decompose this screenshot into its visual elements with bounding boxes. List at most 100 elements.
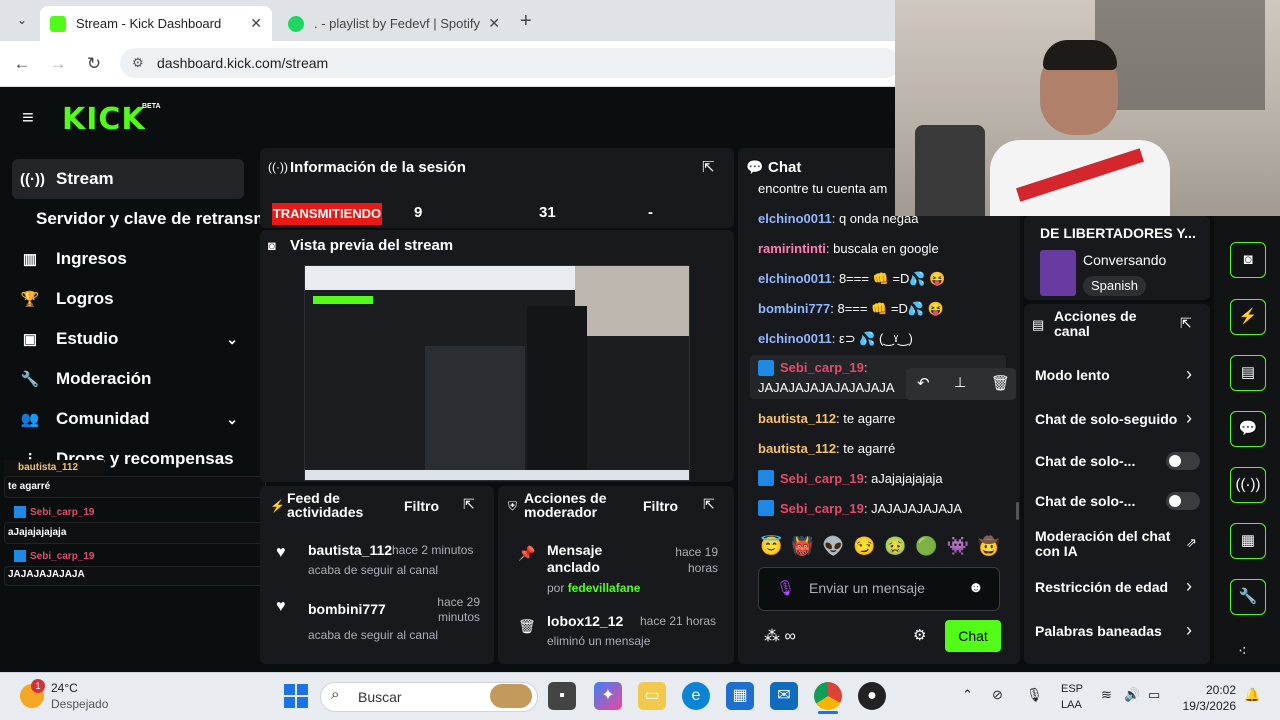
activity-user[interactable]: bautista_112 [308, 542, 392, 558]
chrome-icon[interactable] [814, 682, 842, 710]
emoji-picker-icon[interactable]: ☻ [968, 579, 984, 596]
broadcast-icon[interactable]: ((·)) [1230, 467, 1266, 503]
edge-icon[interactable]: e [682, 682, 710, 710]
sidebar-item-server-key[interactable]: Servidor y clave de retransm [36, 200, 260, 238]
battery-icon[interactable]: ▭ [1148, 687, 1160, 703]
chat-message[interactable]: elchino0011: ε⊃ 💦 (‿ˠ‿) [758, 331, 913, 347]
sidebar-item-moderacion[interactable]: 🔧 Moderación [20, 360, 250, 398]
external-link-icon[interactable]: ⇗ [1186, 535, 1197, 551]
chat-user[interactable]: bautista_112 [758, 441, 836, 456]
chat-user[interactable]: bombini777 [758, 301, 830, 316]
sidebar-item-stream[interactable]: ((·)) Stream [20, 160, 250, 198]
site-info-icon[interactable]: ⚙ [132, 48, 144, 78]
microphone-icon[interactable]: 🎙 [776, 579, 795, 597]
slow-mode-label[interactable]: Modo lento [1035, 367, 1205, 383]
chevron-right-icon[interactable]: › [1186, 576, 1192, 597]
expand-panel-icon[interactable]: ⇱ [703, 496, 715, 513]
chat-message[interactable]: encontre tu cuenta am [758, 181, 887, 196]
outlook-icon[interactable]: ✉ [770, 682, 798, 710]
emote-icon[interactable]: 🤢 [884, 536, 906, 562]
stream-preview-video[interactable] [304, 265, 690, 481]
chat-user[interactable]: Sebi_carp_19 [780, 501, 864, 516]
age-restriction-label[interactable]: Restricción de edad [1035, 579, 1205, 595]
app-icon[interactable]: ● [858, 682, 886, 710]
kick-points-icon[interactable]: ⁂ ∞ [764, 626, 796, 646]
chevron-right-icon[interactable]: › [1186, 364, 1192, 385]
forward-icon[interactable]: → [45, 51, 71, 77]
settings-gear-icon[interactable]: ⚙ [913, 626, 926, 644]
stream-category[interactable]: Conversando [1083, 252, 1166, 268]
weather-temp[interactable]: 24°C [51, 681, 78, 695]
tab-spotify[interactable]: . - playlist by Fedevf | Spotify ✕ [278, 6, 510, 41]
subs-only-toggle[interactable] [1166, 452, 1200, 470]
sidebar-item-estudio[interactable]: ▣ Estudio ⌄ [20, 320, 250, 358]
bolt-icon[interactable]: ⚡ [1230, 299, 1266, 335]
chat-user[interactable]: Sebi_carp_19 [780, 360, 864, 375]
hamburger-menu-icon[interactable]: ≡ [22, 108, 42, 128]
task-view-icon[interactable]: ▪ [548, 682, 576, 710]
tray-overflow-icon[interactable]: ⌃ [962, 687, 973, 703]
clock-date[interactable]: 19/3/2026 [1176, 699, 1236, 713]
emote-icon[interactable]: 🤠 [978, 536, 1000, 562]
sidebar-item-ingresos[interactable]: ▥ Ingresos [20, 240, 250, 278]
chat-message[interactable]: bombini777: 8=== 👊 =D💦 😝 [758, 301, 944, 317]
chat-user[interactable]: elchino0011 [758, 271, 832, 286]
expand-panel-icon[interactable]: ⇱ [1180, 315, 1192, 332]
notification-bell-icon[interactable]: 🔔 [1244, 687, 1260, 703]
reply-icon[interactable]: ↶ [917, 374, 930, 392]
back-icon[interactable]: ← [9, 51, 35, 77]
dots-menu-icon[interactable]: ⁖ [1238, 642, 1247, 660]
chat-message[interactable]: elchino0011: 8=== 👊 =D💦 😝 [758, 271, 945, 287]
wifi-icon[interactable]: ≋ [1101, 687, 1112, 703]
kick-logo[interactable]: KICK [62, 102, 146, 137]
close-tab-icon[interactable]: ✕ [250, 15, 262, 32]
chat-message[interactable]: ramirintinti: buscala en google [758, 241, 939, 256]
mod-action-title[interactable]: lobox12_12 [547, 613, 623, 629]
emote-icon[interactable]: 😏 [853, 536, 875, 562]
mod-filter-button[interactable]: Filtro [643, 498, 678, 514]
microphone-icon[interactable]: 🎙 [1026, 687, 1043, 703]
chat-user[interactable]: elchino0011 [758, 211, 832, 226]
activity-user[interactable]: bombini777 [308, 601, 386, 617]
expand-panel-icon[interactable]: ⇱ [463, 496, 475, 513]
chevron-right-icon[interactable]: › [1186, 620, 1192, 641]
mod-action-by[interactable]: fedevillafane [568, 581, 641, 595]
chat-message[interactable]: bautista_112: te agarre [758, 411, 895, 426]
banned-words-label[interactable]: Palabras baneadas [1035, 623, 1205, 639]
chat-scrollbar[interactable] [1016, 502, 1019, 520]
reload-icon[interactable]: ↻ [81, 51, 107, 77]
sidebar-item-comunidad[interactable]: 👥 Comunidad ⌄ [20, 400, 250, 438]
category-thumbnail[interactable] [1040, 250, 1076, 296]
clock-time[interactable]: 20:02 [1196, 683, 1236, 697]
language-indicator[interactable]: ESP [1061, 683, 1083, 695]
windows-start-icon[interactable] [284, 684, 308, 708]
chat-message[interactable]: bautista_112: te agarré [758, 441, 895, 456]
chat-user[interactable]: elchino0011 [758, 331, 832, 346]
notes-icon[interactable]: ▤ [1230, 355, 1266, 391]
file-explorer-icon[interactable]: ▭ [638, 682, 666, 710]
chat-message[interactable]: Sebi_carp_19: JAJAJAJAJAJA [780, 501, 962, 516]
chat-message[interactable]: Sebi_carp_19: aJajajajajaja [780, 471, 943, 486]
wrench-icon[interactable]: 🔧 [1230, 579, 1266, 615]
new-tab-icon[interactable]: + [520, 10, 532, 33]
network-off-icon[interactable]: ⊘ [992, 687, 1003, 703]
emote-icon[interactable]: 👹 [791, 536, 813, 562]
emote-only-toggle[interactable] [1166, 492, 1200, 510]
chat-user[interactable]: ramirintinti [758, 241, 826, 256]
expand-panel-icon[interactable]: ⇱ [702, 158, 715, 176]
ai-moderation-label[interactable]: Moderación del chat con IA [1035, 529, 1175, 559]
chevron-right-icon[interactable]: › [1186, 408, 1192, 429]
delete-icon[interactable]: 🗑 [991, 374, 1010, 392]
followers-only-label[interactable]: Chat de solo-seguido [1035, 411, 1187, 427]
weather-text[interactable]: Despejado [51, 697, 108, 711]
chat-user[interactable]: bautista_112 [758, 411, 836, 426]
layout-icon[interactable]: ▦ [1230, 523, 1266, 559]
sidebar-item-logros[interactable]: 🏆 Logros [20, 280, 250, 318]
store-icon[interactable]: ▦ [726, 682, 754, 710]
chat-user[interactable]: Sebi_carp_19 [780, 471, 864, 486]
tab-list-icon[interactable]: ⌄ [12, 10, 32, 30]
pin-icon[interactable]: ⊥ [954, 374, 966, 391]
language-layout[interactable]: LAA [1061, 699, 1082, 711]
activity-filter-button[interactable]: Filtro [404, 498, 439, 514]
emote-icon[interactable]: 👽 [822, 536, 844, 562]
